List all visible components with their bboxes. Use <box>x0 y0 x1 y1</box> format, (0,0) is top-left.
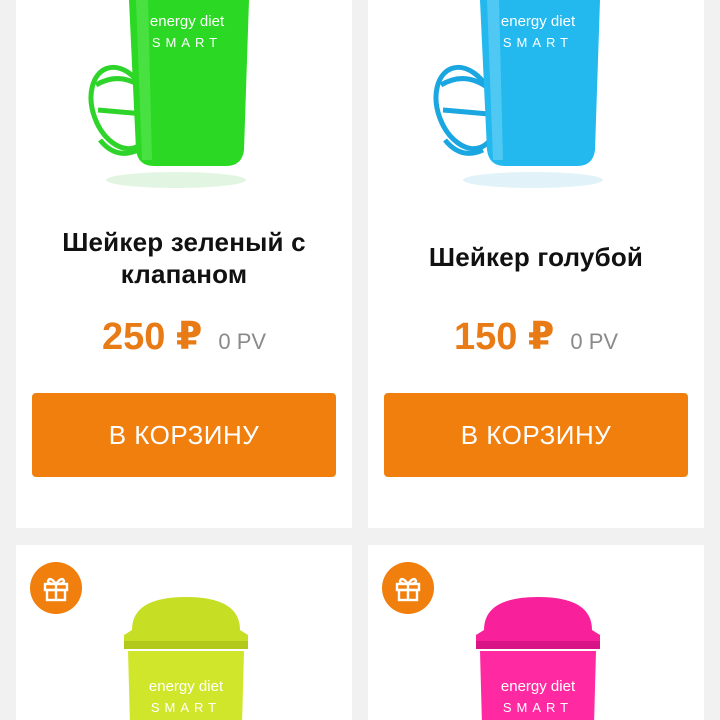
svg-text:energy diet: energy diet <box>501 13 576 30</box>
price-row: 250 ₽ 0 PV <box>16 314 352 359</box>
svg-text:energy diet: energy diet <box>149 678 224 695</box>
price-row: 150 ₽ 0 PV <box>368 314 704 359</box>
lime-shaker-image[interactable]: energy diet SMART <box>16 585 352 720</box>
pv-points: 0 PV <box>570 329 619 354</box>
add-to-cart-button[interactable]: В КОРЗИНУ <box>384 393 688 477</box>
svg-text:SMART: SMART <box>503 35 573 50</box>
product-card[interactable]: energy diet SMART <box>368 545 704 720</box>
blue-shaker-image[interactable]: energy diet SMART <box>368 0 704 210</box>
svg-text:SMART: SMART <box>503 700 573 715</box>
product-card[interactable]: energy diet SMART Шейкер голубой 150 ₽ 0… <box>368 0 704 528</box>
product-title[interactable]: Шейкер зеленый с клапаном <box>36 226 332 290</box>
svg-text:SMART: SMART <box>151 700 221 715</box>
pv-points: 0 PV <box>218 329 267 354</box>
add-to-cart-button[interactable]: В КОРЗИНУ <box>32 393 336 477</box>
green-shaker-image[interactable]: energy diet SMART <box>16 0 352 210</box>
price: 150 ₽ <box>453 316 555 358</box>
pink-shaker-image[interactable]: energy diet SMART <box>368 585 704 720</box>
price: 250 ₽ <box>101 316 203 358</box>
product-card[interactable]: energy diet SMART <box>16 545 352 720</box>
product-title[interactable]: Шейкер голубой <box>388 241 684 273</box>
svg-text:SMART: SMART <box>152 35 222 50</box>
svg-text:energy diet: energy diet <box>501 678 576 695</box>
svg-text:energy diet: energy diet <box>150 13 225 30</box>
product-card[interactable]: energy diet SMART Шейкер зеленый с клапа… <box>16 0 352 528</box>
